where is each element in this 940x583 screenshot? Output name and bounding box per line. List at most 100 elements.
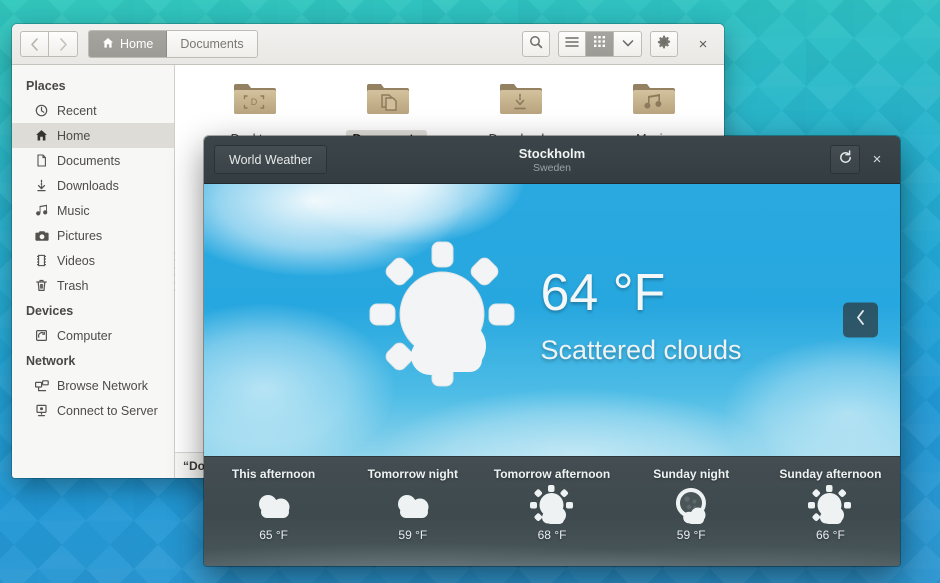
sun-behind-cloud-icon [807,484,853,526]
view-dropdown-button[interactable] [614,31,642,57]
trash-icon [34,279,49,292]
current-weather: 64 °F Scattered clouds [204,184,900,456]
clock-icon [34,104,49,117]
sidebar-item-documents[interactable]: Documents [12,148,174,173]
forecast-item[interactable]: Tomorrow afternoon 68 °F [482,457,621,566]
sidebar-item-downloads[interactable]: Downloads [12,173,174,198]
search-button[interactable] [522,31,550,57]
weather-city: Stockholm [519,146,585,161]
home-icon [34,129,49,142]
sidebar-item-label: Browse Network [57,379,148,393]
list-view-icon [565,35,579,53]
current-condition: Scattered clouds [540,335,741,366]
sidebar-item-connect-to-server[interactable]: Connect to Server [12,398,174,423]
download-icon [34,179,49,192]
sidebar-item-label: Music [57,204,90,218]
weather-close-button[interactable]: × [864,145,890,174]
close-icon: × [699,36,708,53]
sidebar-item-videos[interactable]: Videos [12,248,174,273]
breadcrumb-item-label: Home [120,37,153,51]
sidebar-item-browse-network[interactable]: Browse Network [12,373,174,398]
grid-view-icon [593,35,606,53]
sidebar-item-label: Videos [57,254,95,268]
sidebar-item-home[interactable]: Home [12,123,174,148]
world-weather-button[interactable]: World Weather [214,145,327,174]
sidebar-item-label: Downloads [57,179,119,193]
chevron-left-icon [855,310,866,331]
sidebar-item-recent[interactable]: Recent [12,98,174,123]
current-temperature: 64 °F [540,267,741,319]
forecast-label: Sunday afternoon [779,467,881,481]
sidebar[interactable]: Places Recent Home Documents [12,65,175,478]
forecast-temperature: 59 °F [398,528,427,542]
folder-icon [365,79,409,122]
forecast-label: Tomorrow afternoon [494,467,610,481]
forecast-item[interactable]: Sunday night 59 °F [622,457,761,566]
chevron-right-icon [59,38,68,51]
search-icon [529,35,543,54]
navigation-buttons[interactable] [20,31,78,57]
forecast-temperature: 59 °F [677,528,706,542]
folder-icon: D [232,79,276,122]
back-button[interactable] [20,31,49,57]
sidebar-item-music[interactable]: Music [12,198,174,223]
cloud-icon [391,484,435,526]
sidebar-heading-network: Network [12,348,174,373]
folder-icon [631,79,675,122]
list-view-button[interactable] [558,31,586,57]
file-manager-headerbar: Home Documents [12,24,724,65]
computer-icon [34,329,49,342]
moon-behind-cloud-icon [669,484,713,526]
status-text: “Do [183,459,205,473]
world-weather-label: World Weather [229,153,312,167]
gear-icon [657,35,671,54]
breadcrumb-item-home[interactable]: Home [89,31,167,57]
close-icon: × [873,151,882,168]
weather-country: Sweden [533,162,571,174]
weather-headerbar: World Weather Stockholm Sweden × [204,136,900,184]
sidebar-item-label: Pictures [57,229,102,243]
forecast-temperature: 65 °F [259,528,288,542]
forecast-item[interactable]: Sunday afternoon 66 °F [761,457,900,566]
sidebar-heading-devices: Devices [12,298,174,323]
sidebar-item-label: Documents [57,154,120,168]
sidebar-item-label: Connect to Server [57,404,158,418]
weather-header-actions: × [830,145,890,174]
forecast-label: Tomorrow night [368,467,458,481]
weather-readout: 64 °F Scattered clouds [540,267,741,366]
settings-button[interactable] [650,31,678,57]
forecast-label: This afternoon [232,467,315,481]
sidebar-heading-places: Places [12,73,174,98]
sidebar-item-trash[interactable]: Trash [12,273,174,298]
grid-view-button[interactable] [586,31,614,57]
refresh-icon [838,150,853,170]
refresh-button[interactable] [830,145,860,174]
forecast-strip: This afternoon 65 °F Tomorrow night 59 °… [204,456,900,566]
sidebar-item-computer[interactable]: Computer [12,323,174,348]
music-note-icon [34,204,49,217]
forecast-temperature: 68 °F [538,528,567,542]
breadcrumb-item-label: Documents [180,37,243,51]
view-mode-group[interactable] [558,31,642,57]
breadcrumb-item-documents[interactable]: Documents [167,31,256,57]
svg-text:D: D [250,97,257,107]
sidebar-item-label: Home [57,129,90,143]
forecast-label: Sunday night [653,467,729,481]
file-manager-close-button[interactable]: × [690,31,716,57]
home-icon [102,37,114,52]
forecast-item[interactable]: Tomorrow night 59 °F [343,457,482,566]
cloud-icon [252,484,296,526]
folder-icon [498,79,542,122]
sidebar-item-label: Recent [57,104,97,118]
previous-city-button[interactable] [843,303,878,338]
sidebar-item-label: Computer [57,329,112,343]
chevron-left-icon [30,38,39,51]
weather-sky-panel: 64 °F Scattered clouds [204,184,900,456]
sun-behind-cloud-icon [362,234,522,399]
forecast-item[interactable]: This afternoon 65 °F [204,457,343,566]
sidebar-item-pictures[interactable]: Pictures [12,223,174,248]
sidebar-item-label: Trash [57,279,89,293]
weather-window[interactable]: World Weather Stockholm Sweden × [204,136,900,566]
forward-button[interactable] [49,31,78,57]
breadcrumb[interactable]: Home Documents [88,30,258,58]
